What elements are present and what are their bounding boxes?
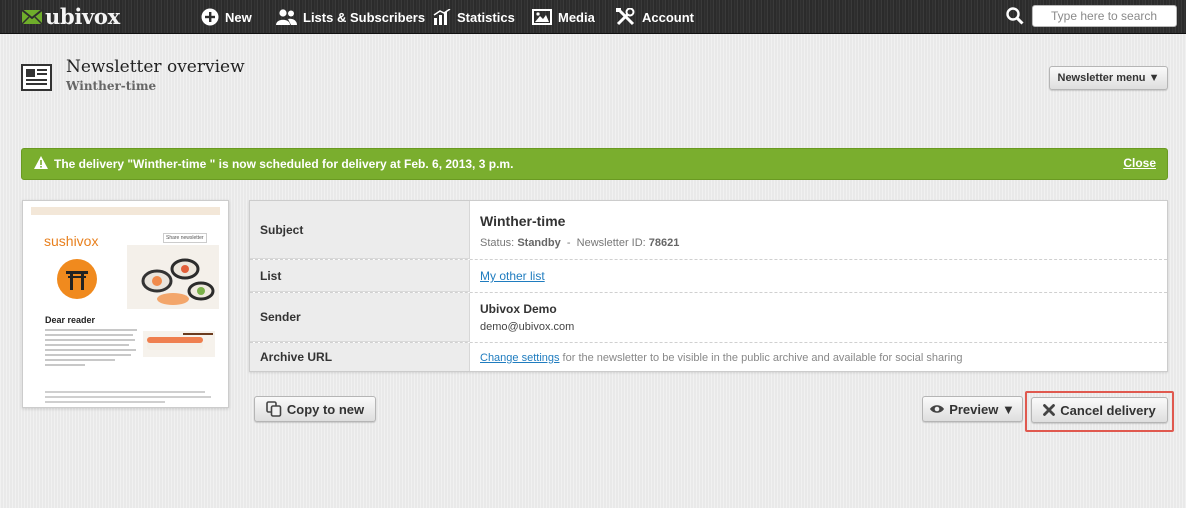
change-settings-link[interactable]: Change settings: [480, 352, 560, 364]
thumbnail-text-lines-2: [45, 391, 215, 406]
thumbnail-content: sushivox Share newsletter Dear reader: [31, 207, 220, 403]
page-title: Newsletter overview: [66, 57, 245, 77]
newsletter-thumbnail[interactable]: sushivox Share newsletter Dear reader: [22, 200, 229, 408]
ubivox-logo[interactable]: ubivox: [21, 4, 120, 29]
thumbnail-text-lines: [45, 329, 137, 369]
copy-to-new-button[interactable]: Copy to new: [254, 396, 376, 422]
scheduled-alert: The delivery "Winther-time " is now sche…: [21, 148, 1168, 180]
sender-row: Sender Ubivox Demo demo@ubivox.com: [250, 293, 1167, 343]
list-row: List My other list: [250, 260, 1167, 293]
archive-description: for the newsletter to be visible in the …: [559, 352, 963, 364]
subject-row: Subject Winther-time Status: Standby - N…: [250, 201, 1167, 260]
nav-media-label: Media: [558, 9, 595, 25]
preview-label: Preview ▼: [949, 401, 1015, 417]
thumbnail-share: Share newsletter: [163, 233, 207, 243]
nav-new-label: New: [225, 9, 252, 25]
list-cell: My other list: [470, 260, 1167, 292]
preview-button[interactable]: Preview ▼: [922, 396, 1023, 422]
newsletter-details-table: Subject Winther-time Status: Standby - N…: [249, 200, 1168, 372]
copy-icon: [266, 401, 282, 417]
cancel-delivery-label: Cancel delivery: [1060, 402, 1156, 418]
archive-row: Archive URL Change settings for the news…: [250, 343, 1167, 371]
torii-logo-icon: [57, 259, 97, 299]
alert-close-link[interactable]: Close: [1123, 156, 1156, 170]
subject-cell: Winther-time Status: Standby - Newslette…: [470, 201, 1167, 259]
search-input[interactable]: [1032, 5, 1177, 27]
cancel-delivery-button[interactable]: Cancel delivery: [1031, 397, 1168, 423]
sender-cell: Ubivox Demo demo@ubivox.com: [470, 293, 1167, 342]
copy-to-new-label: Copy to new: [286, 401, 365, 417]
eye-icon: [930, 405, 945, 413]
envelope-logo-icon: [21, 8, 43, 25]
sender-name: Ubivox Demo: [480, 302, 557, 316]
alert-message: The delivery "Winther-time " is now sche…: [54, 157, 514, 171]
image-icon: [532, 9, 552, 25]
archive-label: Archive URL: [250, 343, 470, 371]
brand-name: ubivox: [45, 4, 120, 29]
nigiri-image: [143, 331, 215, 357]
status-prefix: Status:: [480, 237, 515, 249]
status-line: Status: Standby - Newsletter ID: 78621: [480, 237, 679, 249]
status-separator: -: [566, 237, 571, 249]
nav-new[interactable]: New: [201, 7, 252, 27]
warning-icon: [34, 156, 48, 172]
nav-account-label: Account: [642, 9, 694, 25]
sender-email: demo@ubivox.com: [480, 321, 575, 333]
thumbnail-brand: sushivox: [44, 233, 99, 249]
nav-statistics-label: Statistics: [457, 9, 515, 25]
nav-account[interactable]: Account: [616, 7, 694, 27]
archive-cell: Change settings for the newsletter to be…: [470, 343, 1167, 371]
thumbnail-heading: Dear reader: [45, 315, 96, 325]
list-link[interactable]: My other list: [480, 269, 545, 283]
sender-label: Sender: [250, 293, 470, 342]
subject-value: Winther-time: [480, 213, 566, 229]
newsletter-id-prefix: Newsletter ID:: [576, 237, 646, 249]
plus-circle-icon: [201, 8, 219, 26]
top-navigation-bar: ubivox New Lists & Subscribers Statistic…: [0, 0, 1186, 34]
page-subtitle: Winther-time: [66, 79, 157, 93]
list-label: List: [250, 260, 470, 292]
search-icon[interactable]: [1006, 7, 1024, 30]
bar-chart-icon: [433, 9, 451, 25]
tools-icon: [616, 8, 635, 26]
nav-lists-subscribers[interactable]: Lists & Subscribers: [275, 7, 425, 27]
close-icon: [1043, 404, 1056, 416]
nav-lists-label: Lists & Subscribers: [303, 9, 426, 25]
sushi-image: [127, 245, 219, 309]
users-icon: [276, 9, 297, 25]
newsletter-id-value: 78621: [648, 237, 680, 249]
newsletter-icon: [21, 64, 52, 96]
status-value: Standby: [517, 237, 561, 249]
nav-statistics[interactable]: Statistics: [433, 7, 515, 27]
newsletter-menu-button[interactable]: Newsletter menu ▼: [1049, 66, 1168, 90]
subject-label: Subject: [250, 201, 470, 259]
nav-media[interactable]: Media: [532, 7, 595, 27]
